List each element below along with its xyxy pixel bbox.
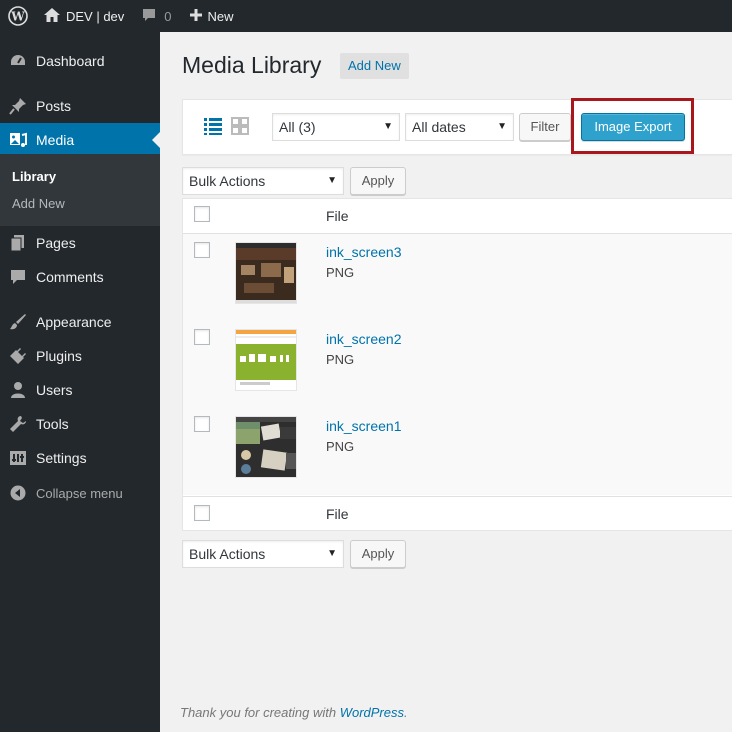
sidebar-item-label: Users (36, 382, 73, 398)
sidebar-item-plugins[interactable]: Plugins (0, 339, 160, 373)
plus-icon (189, 8, 202, 24)
row-checkbox[interactable] (194, 329, 210, 345)
table-header: File (183, 199, 732, 234)
chevron-down-icon: ▼ (327, 548, 337, 559)
sidebar-item-tools[interactable]: Tools (0, 407, 160, 441)
collapse-menu-button[interactable]: Collapse menu (0, 481, 160, 505)
media-icon (0, 131, 36, 149)
sidebar-item-pages[interactable]: Pages (0, 226, 160, 260)
highlight-annotation (571, 98, 694, 154)
filter-button[interactable]: Filter (519, 113, 571, 141)
table-row: ink_screen1 PNG (183, 408, 732, 495)
footer-prefix: Thank you for creating with (180, 705, 340, 720)
file-type: PNG (326, 352, 355, 367)
comment-icon (0, 268, 36, 286)
sidebar-item-dashboard[interactable]: Dashboard (0, 44, 160, 78)
admin-bar: W DEV | dev 0 New (0, 0, 732, 32)
sidebar-item-settings[interactable]: Settings (0, 441, 160, 475)
sidebar-item-label: Media (36, 132, 75, 148)
add-new-button[interactable]: Add New (340, 53, 409, 79)
table-row: ink_screen3 PNG (183, 234, 732, 321)
apply-button-top[interactable]: Apply (350, 167, 406, 195)
chevron-down-icon: ▼ (497, 121, 507, 132)
sidebar-item-label: Pages (36, 235, 76, 251)
list-view-icon[interactable] (203, 116, 223, 136)
table-footer: File (183, 496, 732, 531)
submenu-item-library[interactable]: Library (12, 169, 56, 184)
sidebar-item-label: Comments (36, 269, 104, 285)
wordpress-link[interactable]: WordPress (340, 705, 404, 720)
file-type: PNG (326, 439, 355, 454)
sidebar-item-label: Settings (36, 450, 87, 466)
chevron-down-icon: ▼ (383, 121, 393, 132)
chevron-down-icon: ▼ (327, 175, 337, 186)
sidebar-item-label: Tools (36, 416, 69, 432)
sidebar-item-label: Plugins (36, 348, 82, 364)
row-checkbox[interactable] (194, 242, 210, 258)
pages-icon (0, 234, 36, 252)
bulk-actions-select-top[interactable]: Bulk Actions ▼ (182, 167, 344, 195)
sidebar-item-posts[interactable]: Posts (0, 89, 160, 123)
plug-icon (0, 347, 36, 365)
file-name-link[interactable]: ink_screen3 (326, 244, 402, 260)
svg-text:W: W (10, 10, 25, 24)
settings-icon (0, 449, 36, 467)
date-filter-value: All dates (412, 119, 466, 135)
wrench-icon (0, 415, 36, 433)
row-checkbox[interactable] (194, 416, 210, 432)
file-name-link[interactable]: ink_screen1 (326, 418, 402, 434)
sidebar-item-label: Dashboard (36, 53, 105, 69)
apply-button-bottom[interactable]: Apply (350, 540, 406, 568)
footer-suffix: . (404, 705, 408, 720)
table-row: ink_screen2 PNG (183, 321, 732, 408)
comment-icon (142, 8, 156, 25)
home-icon (44, 7, 60, 25)
media-submenu: Library Add New (0, 154, 160, 226)
thumbnail-image[interactable] (235, 242, 297, 304)
user-icon (0, 381, 36, 399)
main-content: Media Library Add New All (3) ▼ All date… (160, 32, 732, 732)
thumbnail-image[interactable] (235, 416, 297, 478)
dashboard-icon (0, 52, 36, 70)
sidebar-item-appearance[interactable]: Appearance (0, 305, 160, 339)
new-label: New (207, 8, 234, 24)
grid-view-icon[interactable] (230, 116, 250, 136)
select-all-checkbox[interactable] (194, 206, 210, 222)
bulk-actions-value: Bulk Actions (189, 173, 266, 189)
comments-link[interactable]: 0 (142, 0, 172, 32)
bulk-actions-value: Bulk Actions (189, 546, 266, 562)
brush-icon (0, 313, 36, 331)
wordpress-logo-icon[interactable]: W (0, 0, 36, 32)
site-name-link[interactable]: DEV | dev (36, 0, 124, 32)
submenu-item-add-new[interactable]: Add New (12, 196, 65, 211)
column-header-file[interactable]: File (326, 208, 349, 224)
admin-sidebar: Dashboard Posts Media Library Add New Pa… (0, 32, 160, 732)
collapse-arrow-icon (0, 485, 36, 501)
new-content-link[interactable]: New (189, 0, 234, 32)
pin-icon (0, 97, 36, 115)
page-title: Media Library (182, 52, 322, 78)
footer-credit: Thank you for creating with WordPress. (180, 705, 408, 720)
media-type-select[interactable]: All (3) ▼ (272, 113, 400, 141)
sidebar-item-comments[interactable]: Comments (0, 260, 160, 294)
comments-count: 0 (164, 8, 172, 24)
column-footer-file[interactable]: File (326, 506, 349, 522)
thumbnail-image[interactable] (235, 329, 297, 391)
sidebar-item-label: Appearance (36, 314, 112, 330)
sidebar-item-label: Posts (36, 98, 72, 114)
sidebar-item-media[interactable]: Media (0, 123, 160, 157)
media-table: File ink_screen3 PNG ink_screen2 PNG ink… (182, 198, 732, 531)
collapse-menu-label: Collapse menu (36, 485, 123, 501)
file-type: PNG (326, 265, 355, 280)
sidebar-item-users[interactable]: Users (0, 373, 160, 407)
date-filter-select[interactable]: All dates ▼ (405, 113, 514, 141)
site-name-label: DEV | dev (66, 8, 125, 24)
media-type-value: All (3) (279, 119, 316, 135)
select-all-checkbox-bottom[interactable] (194, 505, 210, 521)
bulk-actions-select-bottom[interactable]: Bulk Actions ▼ (182, 540, 344, 568)
file-name-link[interactable]: ink_screen2 (326, 331, 402, 347)
